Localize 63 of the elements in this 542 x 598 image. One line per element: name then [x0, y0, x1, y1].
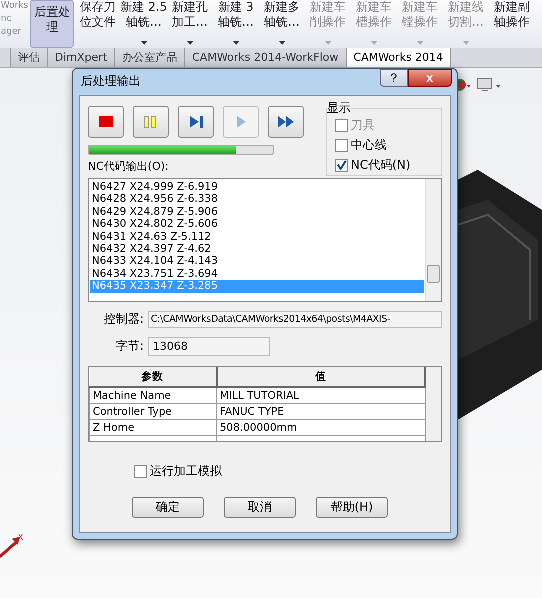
checkbox[interactable]: 中心线 — [335, 137, 441, 154]
group-title: 显示 — [327, 100, 351, 117]
skip-icon — [187, 114, 205, 130]
dropdown-arrow-icon — [462, 41, 470, 45]
list-item[interactable]: N6427 X24.999 Z-6.919 — [90, 181, 424, 194]
table-cell: FANUC TYPE — [216, 404, 425, 420]
dropdown-arrow-icon — [324, 41, 332, 45]
dropdown-arrow-icon — [416, 41, 424, 45]
field-label: 控制器: — [102, 311, 144, 328]
list-item[interactable]: N6434 X23.751 Z-3.694 — [90, 268, 424, 280]
list-item[interactable]: N6430 X24.802 Z-5.606 — [90, 218, 424, 231]
checkbox[interactable]: 运行加工模拟 — [134, 463, 442, 480]
ribbon-button[interactable]: 新建副 轴操作 — [489, 0, 534, 48]
fast-button[interactable] — [268, 106, 304, 138]
pause-button[interactable] — [133, 106, 169, 138]
ribbon-button[interactable]: 新建 3 轴铣… — [213, 0, 258, 48]
help-button[interactable]: ? — [380, 69, 408, 87]
ribbon-button[interactable]: 新建孔 加工… — [167, 0, 212, 48]
list-item[interactable]: N6433 X24.104 Z-4.143 — [90, 255, 424, 268]
checkbox[interactable]: NC代码(N) — [335, 157, 441, 174]
column-header: 参数 — [90, 367, 216, 387]
bytes-field[interactable]: 13068 — [148, 337, 270, 356]
square-icon — [97, 114, 115, 130]
scrollbar[interactable] — [426, 367, 441, 441]
close-button[interactable]: x — [408, 69, 452, 87]
controller-field[interactable]: C:\CAMWorksData\CAMWorks2014x64\posts\M4AXIS- — [148, 311, 442, 328]
output-label: NC代码输出(O): — [88, 159, 170, 174]
dialog-button[interactable]: 取消 — [224, 497, 296, 518]
dropdown-arrow-icon — [278, 41, 286, 45]
table-cell: Machine Name — [90, 387, 216, 404]
fast-forward-icon — [277, 114, 295, 130]
column-header: 值 — [216, 367, 425, 387]
table-cell: MILL TUTORIAL — [216, 387, 425, 404]
tab[interactable]: 办公室产品 — [115, 48, 186, 67]
dropdown-arrow-icon — [232, 41, 240, 45]
ribbon-button[interactable]: 后置处 理 — [30, 0, 74, 48]
list-item[interactable]: N6432 X24.397 Z-4.62 — [90, 243, 424, 256]
ribbon-button[interactable]: 新建多 轴铣… — [259, 0, 304, 48]
list-item[interactable]: N6431 X24.63 Z-5.112 — [90, 230, 424, 244]
step-button[interactable] — [178, 106, 214, 138]
table-cell: Controller Type — [90, 404, 216, 420]
axis-label: X — [18, 533, 24, 542]
tab[interactable]: DimXpert — [48, 48, 116, 67]
window-title: 后处理输出 — [81, 72, 141, 90]
list-item[interactable]: N6429 X24.879 Z-5.906 — [90, 206, 424, 218]
ribbon-button[interactable]: 新建 2.5 轴铣… — [121, 0, 166, 48]
monitor-icon[interactable] — [477, 78, 501, 92]
dialog-button[interactable]: 帮助(H) — [316, 497, 388, 518]
list-item[interactable]: N6428 X24.956 Z-6.338 — [90, 193, 424, 206]
scrollbar[interactable] — [425, 179, 441, 301]
table-cell: Z Home — [90, 420, 216, 436]
field-label: 字节: — [114, 338, 144, 355]
tab[interactable]: 评估 — [11, 48, 48, 67]
table-cell: 508.00000mm — [216, 420, 425, 436]
check-icon — [336, 160, 347, 171]
tab[interactable]: CAMWorks 2014 — [346, 48, 452, 67]
dropdown-arrow-icon — [140, 41, 148, 45]
stop-button[interactable] — [88, 106, 124, 138]
ribbon-button[interactable]: 保存刀 位文件 — [75, 0, 120, 48]
dropdown-arrow-icon — [370, 41, 378, 45]
dialog-button[interactable]: 确定 — [132, 497, 204, 518]
dropdown-arrow-icon — [186, 41, 194, 45]
tab[interactable]: CAMWorks 2014-WorkFlow — [185, 48, 347, 67]
